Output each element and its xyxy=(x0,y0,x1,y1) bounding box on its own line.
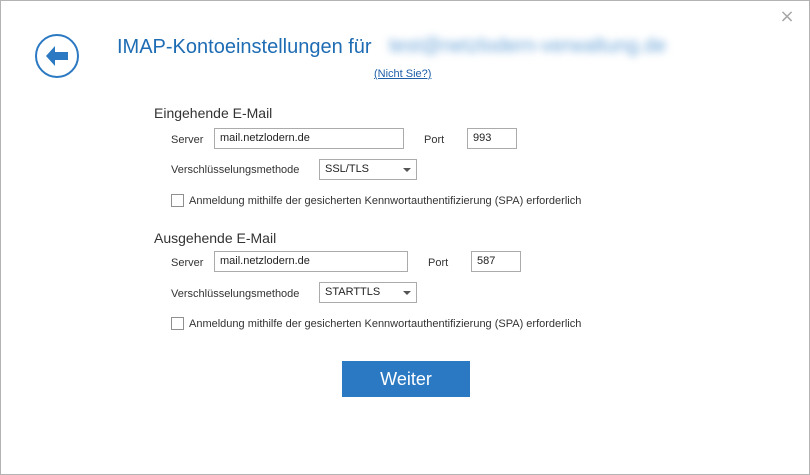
incoming-server-input[interactable]: mail.netzlodern.de xyxy=(214,128,404,149)
chevron-down-icon xyxy=(403,291,411,295)
outgoing-port-label: Port xyxy=(428,257,449,269)
incoming-encryption-value: SSL/TLS xyxy=(325,163,370,175)
outgoing-spa-checkbox[interactable] xyxy=(171,317,184,330)
outgoing-encryption-value: STARTTLS xyxy=(325,286,381,298)
not-you-link[interactable]: (Nicht Sie?) xyxy=(374,68,431,80)
chevron-down-icon xyxy=(403,168,411,172)
outgoing-server-input[interactable]: mail.netzlodern.de xyxy=(214,251,408,272)
back-arrow-icon xyxy=(46,46,68,66)
incoming-spa-label: Anmeldung mithilfe der gesicherten Kennw… xyxy=(189,195,582,207)
outgoing-server-label: Server xyxy=(171,257,204,269)
outgoing-encryption-label: Verschlüsselungsmethode xyxy=(171,288,300,300)
incoming-port-input[interactable]: 993 xyxy=(467,128,517,149)
incoming-spa-checkbox[interactable] xyxy=(171,194,184,207)
incoming-encryption-select[interactable]: SSL/TLS xyxy=(319,159,417,180)
dialog-title: IMAP-Kontoeinstellungen für xyxy=(117,36,372,58)
outgoing-port-input[interactable]: 587 xyxy=(471,251,521,272)
next-button[interactable]: Weiter xyxy=(342,361,470,397)
outgoing-encryption-select[interactable]: STARTTLS xyxy=(319,282,417,303)
close-icon[interactable]: × xyxy=(777,7,797,27)
account-email: test@netzlodern-verwaltung.de xyxy=(389,35,667,57)
outgoing-spa-label: Anmeldung mithilfe der gesicherten Kennw… xyxy=(189,318,582,330)
incoming-port-label: Port xyxy=(424,134,445,146)
incoming-encryption-label: Verschlüsselungsmethode xyxy=(171,164,300,176)
incoming-server-label: Server xyxy=(171,134,204,146)
outgoing-heading: Ausgehende E-Mail xyxy=(154,230,277,246)
back-button[interactable] xyxy=(35,34,79,78)
dialog-window: × IMAP-Kontoeinstellungen für test@netzl… xyxy=(0,0,810,475)
incoming-heading: Eingehende E-Mail xyxy=(154,105,273,121)
